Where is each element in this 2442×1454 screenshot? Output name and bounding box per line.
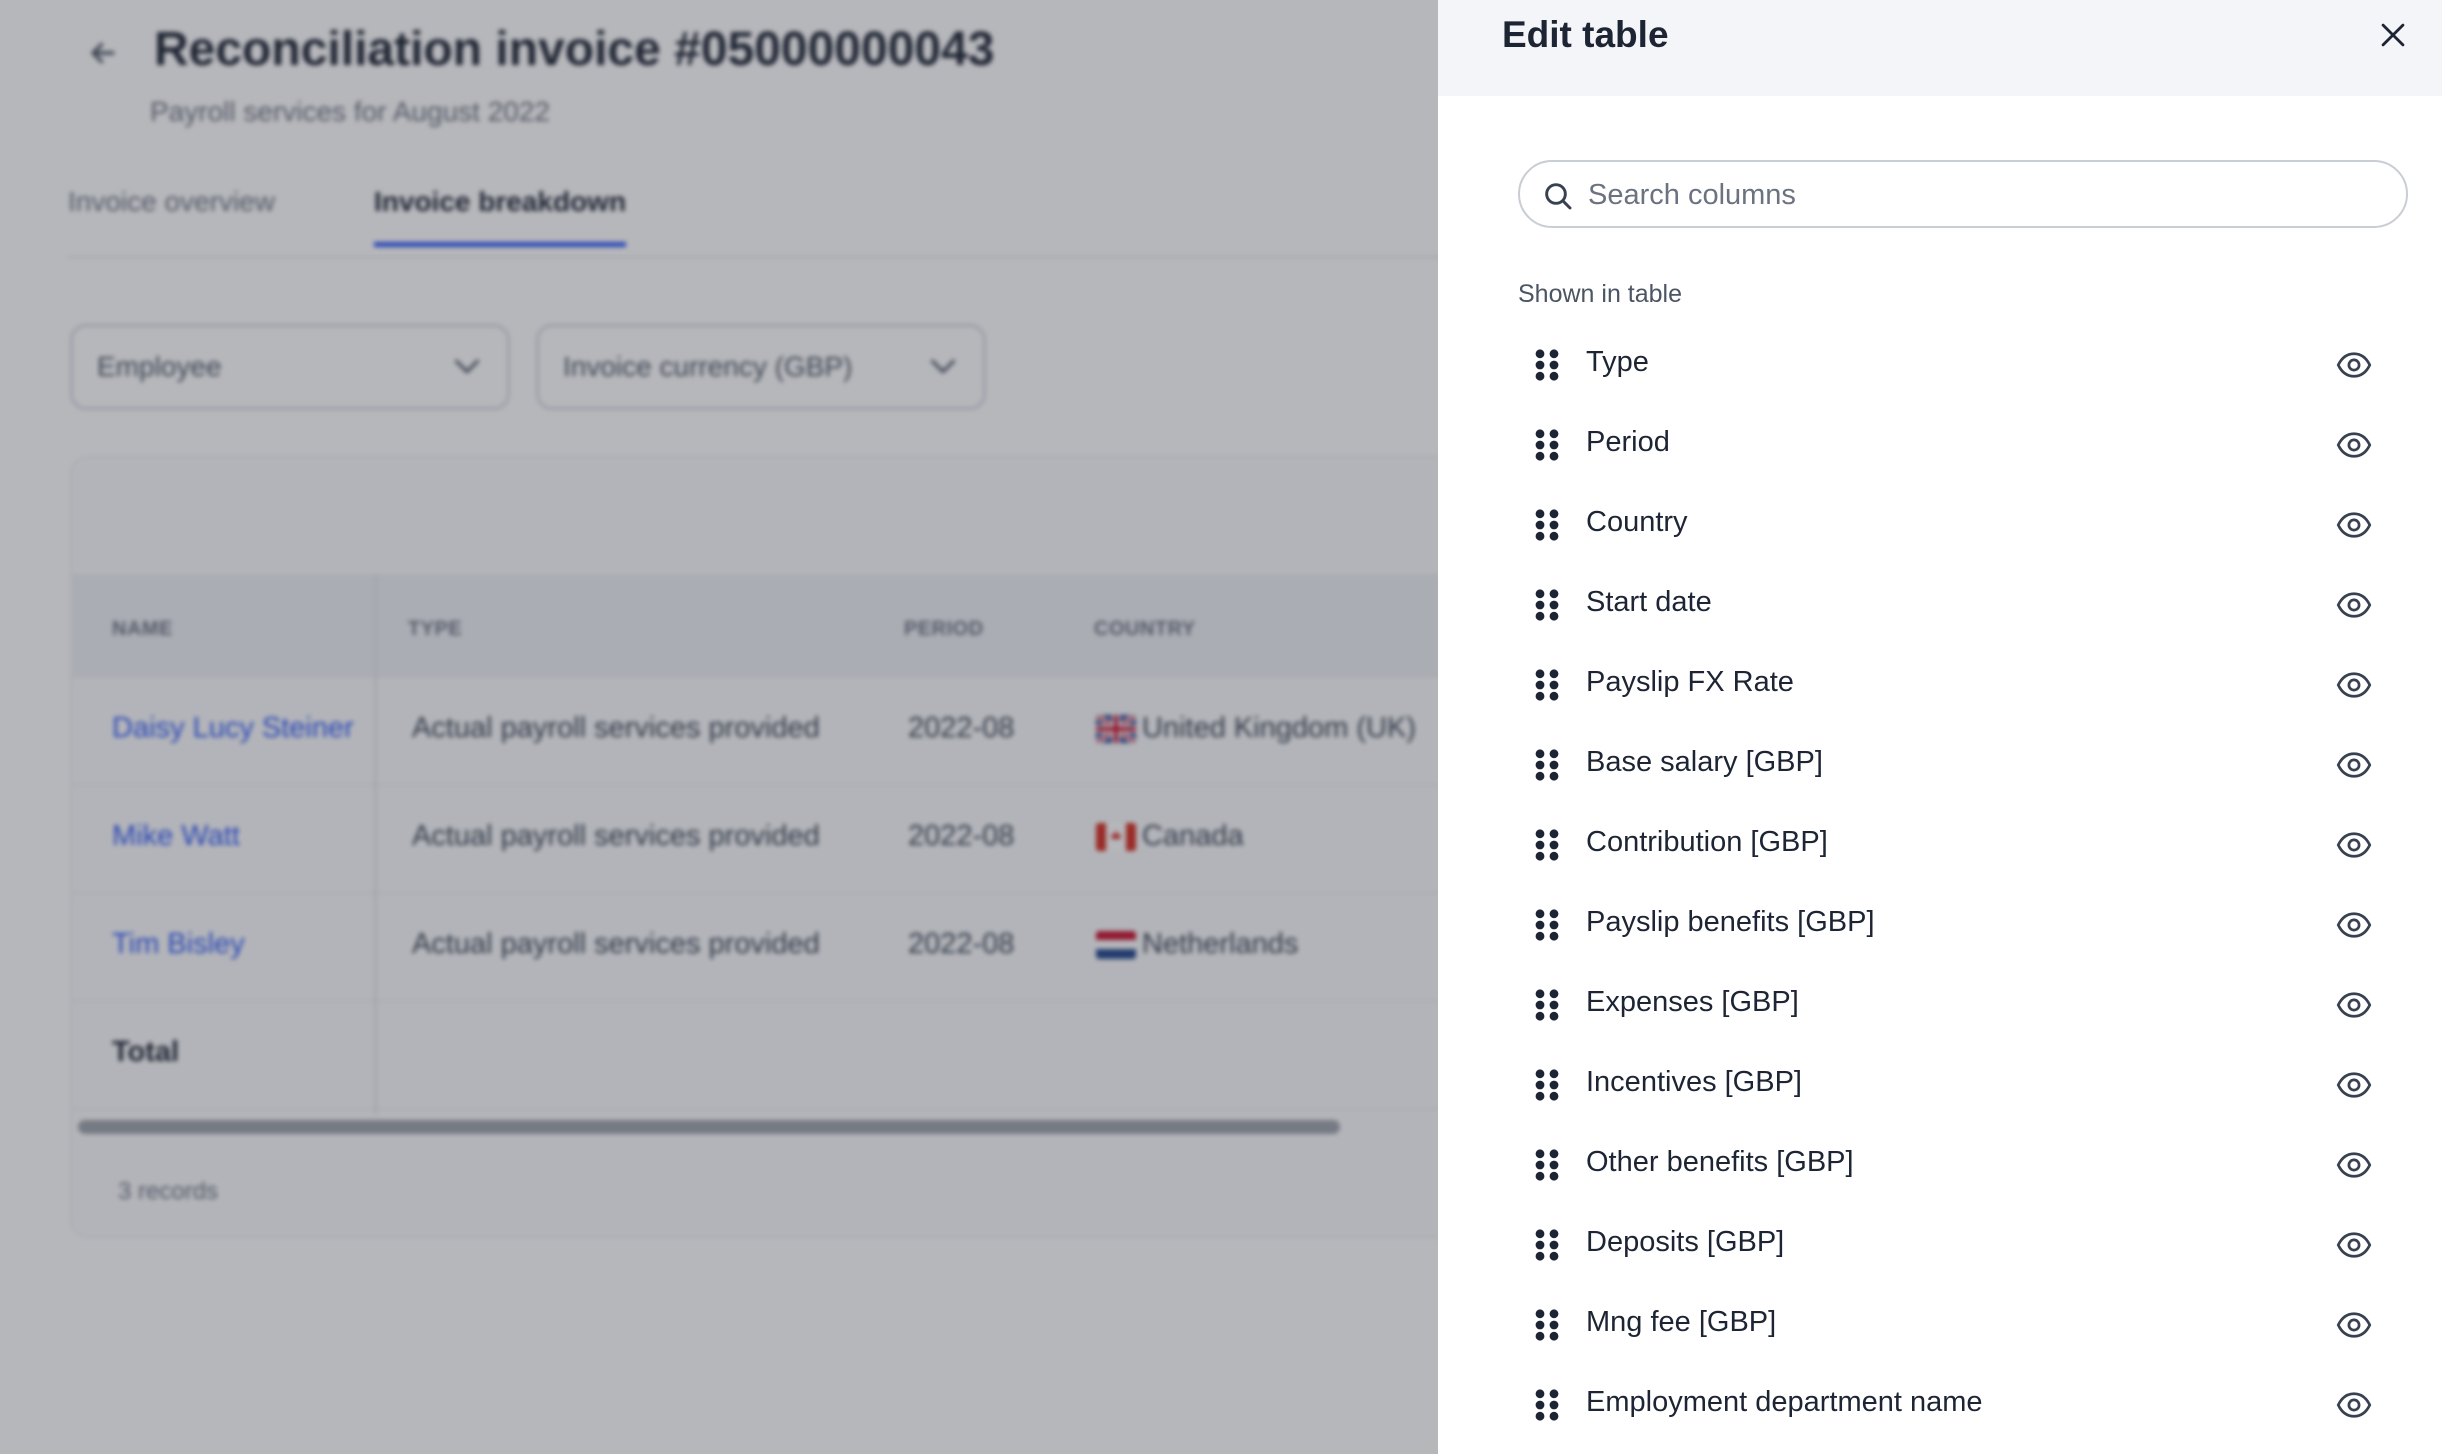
column-item[interactable]: Incentives [GBP] bbox=[1518, 1045, 2408, 1125]
drag-handle-icon[interactable] bbox=[1534, 669, 1560, 701]
search-columns-field[interactable] bbox=[1518, 160, 2408, 228]
eye-icon[interactable] bbox=[2336, 1069, 2372, 1101]
drag-handle-icon[interactable] bbox=[1534, 989, 1560, 1021]
eye-icon[interactable] bbox=[2336, 509, 2372, 541]
drag-handle-icon[interactable] bbox=[1534, 749, 1560, 781]
shown-in-table-label: Shown in table bbox=[1518, 280, 1683, 308]
column-list: Type Period Country Start date Payslip F… bbox=[1518, 325, 2408, 1445]
drag-handle-icon[interactable] bbox=[1534, 1389, 1560, 1421]
eye-icon[interactable] bbox=[2336, 589, 2372, 621]
close-icon[interactable] bbox=[2376, 18, 2410, 52]
search-icon bbox=[1545, 183, 1572, 210]
column-label: Period bbox=[1586, 426, 1670, 458]
eye-icon[interactable] bbox=[2336, 1389, 2372, 1421]
panel-title: Edit table bbox=[1502, 14, 1669, 55]
modal-backdrop[interactable] bbox=[0, 0, 1440, 1454]
eye-icon[interactable] bbox=[2336, 669, 2372, 701]
column-item[interactable]: Other benefits [GBP] bbox=[1518, 1125, 2408, 1205]
column-item[interactable]: Contribution [GBP] bbox=[1518, 805, 2408, 885]
column-item[interactable]: Base salary [GBP] bbox=[1518, 725, 2408, 805]
column-item[interactable]: Payslip benefits [GBP] bbox=[1518, 885, 2408, 965]
column-item[interactable]: Start date bbox=[1518, 565, 2408, 645]
drag-handle-icon[interactable] bbox=[1534, 589, 1560, 621]
column-item[interactable]: Expenses [GBP] bbox=[1518, 965, 2408, 1045]
column-item[interactable]: Country bbox=[1518, 485, 2408, 565]
eye-icon[interactable] bbox=[2336, 989, 2372, 1021]
column-label: Payslip FX Rate bbox=[1586, 666, 1794, 698]
column-label: Start date bbox=[1586, 586, 1712, 618]
column-label: Base salary [GBP] bbox=[1586, 746, 1823, 778]
column-item[interactable]: Type bbox=[1518, 325, 2408, 405]
eye-icon[interactable] bbox=[2336, 429, 2372, 461]
column-label: Employment department name bbox=[1586, 1386, 1983, 1418]
eye-icon[interactable] bbox=[2336, 1229, 2372, 1261]
column-label: Contribution [GBP] bbox=[1586, 826, 1828, 858]
column-label: Payslip benefits [GBP] bbox=[1586, 906, 1875, 938]
drag-handle-icon[interactable] bbox=[1534, 1149, 1560, 1181]
edit-table-panel: Edit table Shown in table Type Period bbox=[1438, 0, 2442, 1454]
column-item[interactable]: Period bbox=[1518, 405, 2408, 485]
column-item[interactable]: Employment department name bbox=[1518, 1365, 2408, 1445]
column-label: Incentives [GBP] bbox=[1586, 1066, 1802, 1098]
column-label: Expenses [GBP] bbox=[1586, 986, 1799, 1018]
column-label: Type bbox=[1586, 346, 1649, 378]
eye-icon[interactable] bbox=[2336, 1309, 2372, 1341]
column-item[interactable]: Payslip FX Rate bbox=[1518, 645, 2408, 725]
eye-icon[interactable] bbox=[2336, 349, 2372, 381]
eye-icon[interactable] bbox=[2336, 1149, 2372, 1181]
column-label: Country bbox=[1586, 506, 1688, 538]
eye-icon[interactable] bbox=[2336, 909, 2372, 941]
drag-handle-icon[interactable] bbox=[1534, 1309, 1560, 1341]
column-label: Other benefits [GBP] bbox=[1586, 1146, 1854, 1178]
column-item[interactable]: Deposits [GBP] bbox=[1518, 1205, 2408, 1285]
drag-handle-icon[interactable] bbox=[1534, 829, 1560, 861]
search-columns-input[interactable] bbox=[1588, 170, 2388, 220]
drag-handle-icon[interactable] bbox=[1534, 1069, 1560, 1101]
column-label: Deposits [GBP] bbox=[1586, 1226, 1785, 1258]
column-label: Mng fee [GBP] bbox=[1586, 1306, 1777, 1338]
eye-icon[interactable] bbox=[2336, 749, 2372, 781]
drag-handle-icon[interactable] bbox=[1534, 509, 1560, 541]
column-item[interactable]: Mng fee [GBP] bbox=[1518, 1285, 2408, 1365]
drag-handle-icon[interactable] bbox=[1534, 349, 1560, 381]
drag-handle-icon[interactable] bbox=[1534, 429, 1560, 461]
panel-header: Edit table bbox=[1438, 0, 2442, 96]
drag-handle-icon[interactable] bbox=[1534, 1229, 1560, 1261]
eye-icon[interactable] bbox=[2336, 829, 2372, 861]
drag-handle-icon[interactable] bbox=[1534, 909, 1560, 941]
